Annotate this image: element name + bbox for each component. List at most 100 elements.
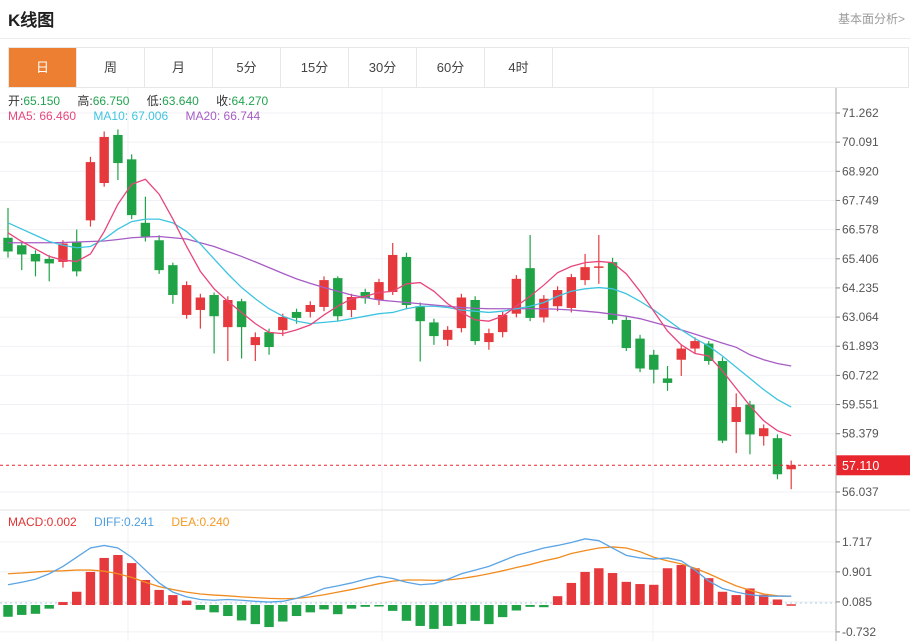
tab-5min[interactable]: 5分 bbox=[213, 48, 281, 87]
dea-line bbox=[8, 547, 791, 599]
macd-bar bbox=[223, 605, 232, 616]
candle-body bbox=[72, 242, 81, 271]
y-tick-label: 67.749 bbox=[842, 193, 879, 207]
candle-body bbox=[622, 320, 631, 348]
tab-4hour[interactable]: 4时 bbox=[485, 48, 553, 87]
macd-bar bbox=[374, 605, 383, 607]
candle-body bbox=[416, 306, 425, 321]
macd-bar bbox=[443, 605, 452, 626]
candle-body bbox=[374, 282, 383, 300]
macd-bar bbox=[86, 572, 95, 605]
macd-bar bbox=[553, 596, 562, 605]
y-tick-label: 63.064 bbox=[842, 310, 879, 324]
candle-body bbox=[31, 254, 40, 261]
macd-bar bbox=[786, 604, 795, 606]
macd-bar bbox=[3, 605, 12, 617]
page-title: K线图 bbox=[8, 6, 54, 31]
macd-tick-label: 0.901 bbox=[842, 565, 872, 579]
tab-60min[interactable]: 60分 bbox=[417, 48, 485, 87]
candle-body bbox=[292, 312, 301, 318]
macd-tick-label: -0.732 bbox=[842, 625, 876, 639]
candle-body bbox=[663, 378, 672, 382]
macd-bar bbox=[237, 605, 246, 620]
candle-body bbox=[3, 238, 12, 252]
candle-body bbox=[306, 305, 315, 312]
candle-body bbox=[718, 361, 727, 441]
candle-body bbox=[484, 333, 493, 342]
macd-bar bbox=[429, 605, 438, 629]
macd-bar bbox=[773, 599, 782, 605]
macd-bar bbox=[594, 568, 603, 605]
macd-bar bbox=[319, 605, 328, 609]
macd-bar bbox=[567, 583, 576, 605]
macd-bar bbox=[732, 595, 741, 605]
macd-tick-label: 1.717 bbox=[842, 535, 872, 549]
y-tick-label: 66.578 bbox=[842, 223, 879, 237]
macd-bar bbox=[361, 605, 370, 607]
macd-bar bbox=[635, 584, 644, 605]
candle-body bbox=[319, 280, 328, 307]
macd-bar bbox=[292, 605, 301, 616]
candle-body bbox=[786, 465, 795, 469]
candle-body bbox=[264, 332, 273, 347]
macd-bar bbox=[347, 605, 356, 609]
macd-bar bbox=[182, 601, 191, 605]
macd-bar bbox=[718, 592, 727, 605]
macd-bar bbox=[457, 605, 466, 624]
macd-bar bbox=[663, 568, 672, 605]
macd-bar bbox=[127, 563, 136, 605]
candle-body bbox=[773, 438, 782, 474]
candle-body bbox=[86, 162, 95, 220]
candle-body bbox=[580, 267, 589, 280]
fundamental-analysis-link[interactable]: 基本面分析> bbox=[838, 10, 905, 27]
y-tick-label: 58.379 bbox=[842, 427, 879, 441]
y-tick-label: 70.091 bbox=[842, 135, 879, 149]
y-tick-label: 64.235 bbox=[842, 281, 879, 295]
candle-body bbox=[182, 285, 191, 315]
candle-body bbox=[402, 257, 411, 305]
current-price-value: 57.110 bbox=[842, 459, 879, 473]
candle-body bbox=[196, 298, 205, 310]
macd-bar bbox=[72, 592, 81, 605]
tab-month[interactable]: 月 bbox=[145, 48, 213, 87]
macd-bar bbox=[649, 585, 658, 605]
diff-line bbox=[8, 539, 791, 602]
tab-day[interactable]: 日 bbox=[9, 48, 77, 87]
macd-bar bbox=[58, 602, 67, 605]
macd-bar bbox=[17, 605, 26, 615]
macd-bar bbox=[209, 605, 218, 612]
candle-body bbox=[154, 240, 163, 270]
candle-body bbox=[45, 259, 54, 263]
macd-bar bbox=[525, 605, 534, 607]
y-tick-label: 68.920 bbox=[842, 164, 879, 178]
kline-chart-canvas[interactable]: 71.26270.09168.92067.74966.57865.40664.2… bbox=[0, 0, 910, 641]
y-tick-label: 61.893 bbox=[842, 339, 879, 353]
candle-body bbox=[732, 407, 741, 422]
macd-bar bbox=[608, 573, 617, 605]
candle-body bbox=[759, 428, 768, 436]
macd-bar bbox=[278, 605, 287, 622]
candle-body bbox=[99, 137, 108, 183]
y-tick-label: 59.551 bbox=[842, 398, 879, 412]
tab-30min[interactable]: 30分 bbox=[349, 48, 417, 87]
y-tick-label: 60.722 bbox=[842, 368, 879, 382]
macd-bar bbox=[677, 565, 686, 605]
macd-bar bbox=[416, 605, 425, 626]
candle-body bbox=[677, 349, 686, 360]
macd-tick-label: 0.085 bbox=[842, 595, 872, 609]
candle-body bbox=[127, 159, 136, 215]
macd-bar bbox=[580, 572, 589, 605]
header-divider bbox=[0, 38, 910, 39]
tab-week[interactable]: 周 bbox=[77, 48, 145, 87]
tab-15min[interactable]: 15分 bbox=[281, 48, 349, 87]
macd-bar bbox=[388, 605, 397, 611]
candle-body bbox=[649, 355, 658, 370]
macd-bar bbox=[113, 555, 122, 605]
macd-bar bbox=[498, 605, 507, 617]
candle-body bbox=[594, 266, 603, 268]
candle-body bbox=[209, 295, 218, 316]
candle-body bbox=[251, 337, 260, 345]
macd-bar bbox=[264, 605, 273, 627]
candle-body bbox=[168, 265, 177, 295]
y-tick-label: 71.262 bbox=[842, 106, 879, 120]
